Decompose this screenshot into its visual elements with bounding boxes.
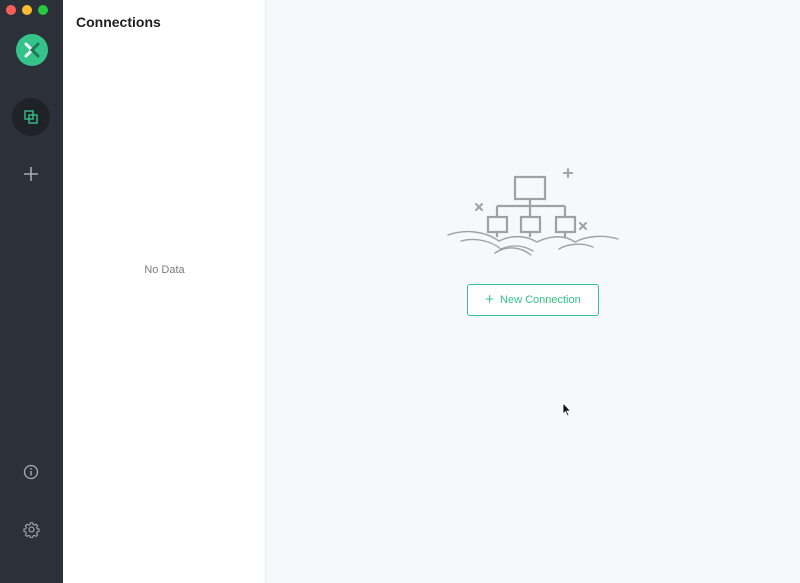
sidebar-rail [0,0,63,583]
plus-icon [23,166,39,182]
window-controls [6,5,48,15]
new-connection-label: New Connection [500,294,581,306]
zoom-window-button[interactable] [38,5,48,15]
plus-icon: + [485,291,495,308]
mouse-pointer-icon [562,401,572,422]
empty-state-text: No Data [144,264,185,276]
app-window: Connections No Data + New Connection [0,0,800,583]
connections-icon [23,109,39,125]
gear-icon [22,521,40,538]
page-title: Connections [76,14,161,30]
sidebar-item-settings[interactable] [12,510,50,548]
network-topology-illustration [447,165,619,266]
main-content: + New Connection [267,0,800,583]
mqttx-logo-icon [16,34,48,66]
info-icon [23,464,39,480]
close-window-button[interactable] [6,5,16,15]
sidebar-item-connections[interactable] [12,98,50,136]
new-connection-button[interactable]: + New Connection [467,284,599,316]
minimize-window-button[interactable] [22,5,32,15]
connections-list-panel: Connections No Data [63,0,266,583]
sidebar-item-new-connection[interactable] [12,155,50,193]
sidebar-item-about[interactable] [12,453,50,491]
